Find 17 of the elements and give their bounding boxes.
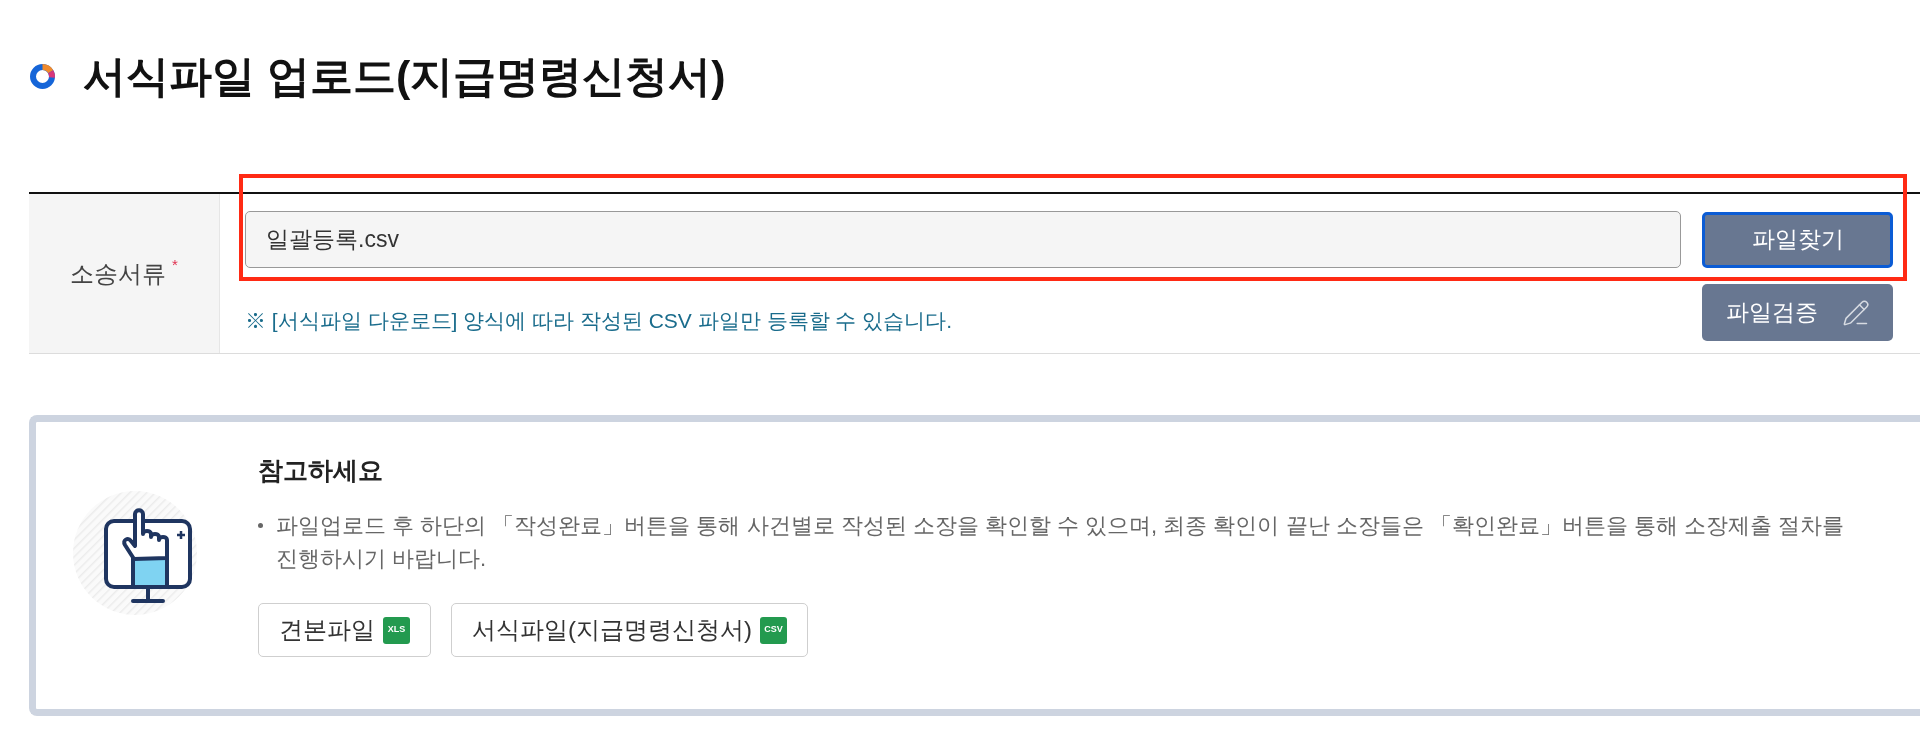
download-file-button[interactable]: 견본파일 XLS [258,603,431,657]
field-label: 소송서류 [70,258,167,289]
required-mark: * [172,255,178,276]
file-name-field[interactable]: 일괄등록.csv [245,211,1681,268]
pencil-icon [1841,298,1870,327]
notice-heading: 참고하세요 [258,455,384,486]
bullet-icon [258,523,263,528]
notice-text: 파일업로드 후 하단의 「작성완료」버튼을 통해 사건별로 작성된 소장을 확인할 수 있으며, 최종 확인이 끝난 소장들은 「확인완료」버튼을 통해 소장제출 절차를 진행하시기 바랍니다. [276,512,1846,573]
browse-file-button[interactable]: 파일찾기 [1702,211,1893,268]
file-type-tag: XLS [383,616,410,644]
ring-icon [29,62,56,90]
hand-on-monitor-icon [73,489,197,617]
verify-file-button[interactable]: 파일검증 [1702,284,1893,341]
upload-help-text: ※ [서식파일 다운로드] 양식에 따라 작성된 CSV 파일만 등록할 수 있습니다. [245,307,953,334]
download-file-button[interactable]: 서식파일(지급명령신청서) CSV [451,603,808,657]
page-title: 서식파일 업로드(지급명령신청서) [83,51,726,102]
file-type-tag: CSV [760,616,787,644]
